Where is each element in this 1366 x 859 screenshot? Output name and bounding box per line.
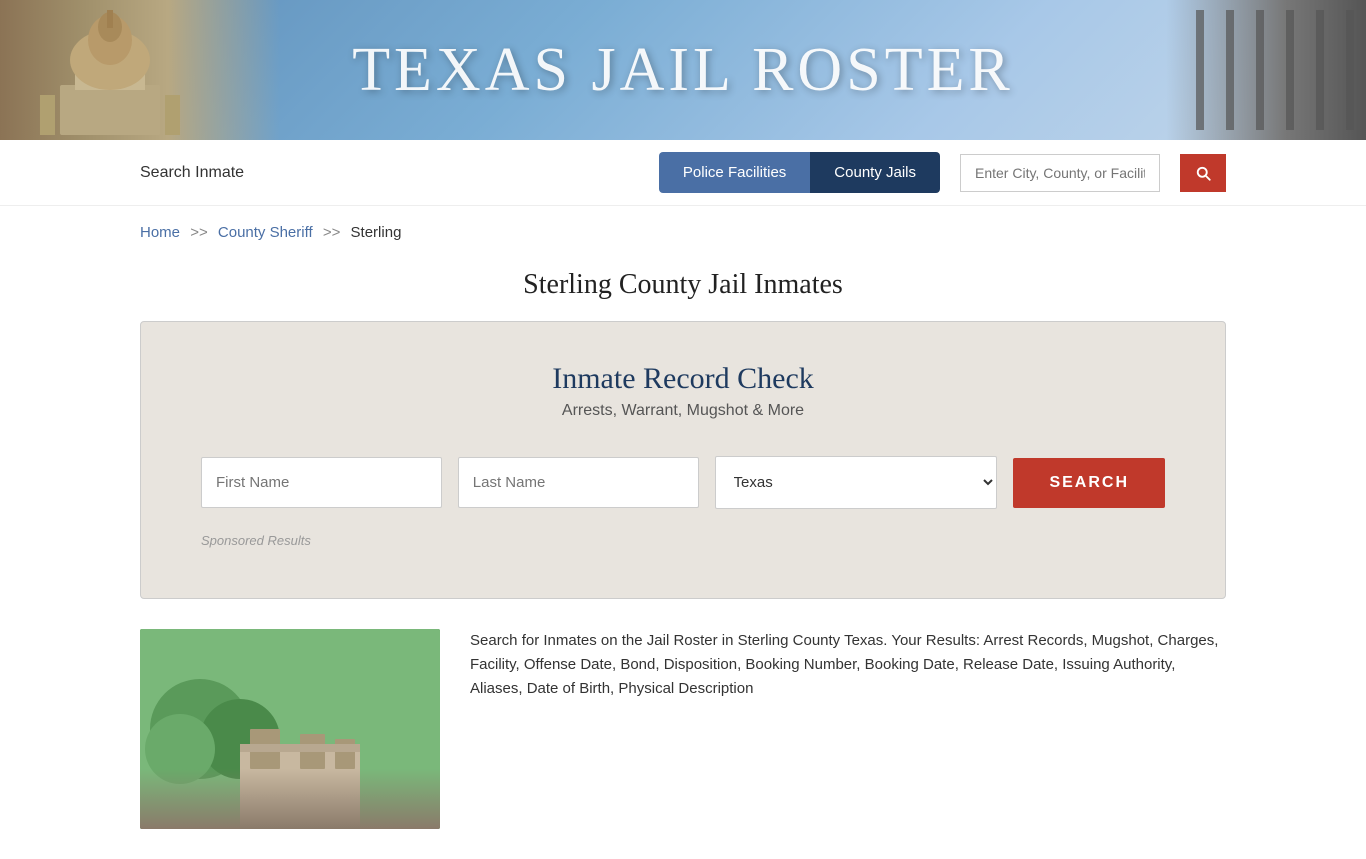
- record-check-box: Inmate Record Check Arrests, Warrant, Mu…: [140, 321, 1226, 599]
- page-title: Sterling County Jail Inmates: [0, 259, 1366, 321]
- first-name-input[interactable]: [201, 457, 442, 508]
- county-jails-button[interactable]: County Jails: [810, 152, 940, 193]
- breadcrumb-sep-2: >>: [323, 224, 341, 241]
- nav-buttons: Police Facilities County Jails: [659, 152, 940, 193]
- facility-image-svg: [140, 629, 440, 829]
- search-icon: [1194, 164, 1212, 182]
- facility-image: [140, 629, 440, 829]
- bottom-section: Search for Inmates on the Jail Roster in…: [0, 599, 1366, 859]
- header-banner: Texas Jail Roster: [0, 0, 1366, 140]
- breadcrumb-home[interactable]: Home: [140, 224, 180, 241]
- state-select[interactable]: AlabamaAlaskaArizonaArkansasCaliforniaCo…: [715, 456, 998, 509]
- breadcrumb-sep-1: >>: [190, 224, 208, 241]
- breadcrumb-county-sheriff[interactable]: County Sheriff: [218, 224, 313, 241]
- last-name-input[interactable]: [458, 457, 699, 508]
- facility-search-button[interactable]: [1180, 154, 1226, 192]
- breadcrumb-current: Sterling: [351, 224, 402, 241]
- search-form-row: AlabamaAlaskaArizonaArkansasCaliforniaCo…: [201, 456, 1165, 509]
- record-check-subtitle: Arrests, Warrant, Mugshot & More: [201, 402, 1165, 420]
- search-button[interactable]: SEARCH: [1013, 458, 1165, 508]
- sponsored-label: Sponsored Results: [201, 533, 1165, 548]
- record-check-title: Inmate Record Check: [201, 362, 1165, 396]
- banner-left-decoration: [0, 0, 280, 140]
- facility-search-input[interactable]: [960, 154, 1160, 192]
- police-facilities-button[interactable]: Police Facilities: [659, 152, 810, 193]
- breadcrumb: Home >> County Sheriff >> Sterling: [0, 206, 1366, 259]
- nav-bar: Search Inmate Police Facilities County J…: [0, 140, 1366, 206]
- bottom-description: Search for Inmates on the Jail Roster in…: [470, 629, 1226, 701]
- capitol-dome-icon: [20, 5, 200, 135]
- search-inmate-label: Search Inmate: [140, 164, 639, 182]
- banner-right-decoration: [1166, 0, 1366, 140]
- jail-keys-icon: [1176, 10, 1356, 130]
- banner-title: Texas Jail Roster: [352, 35, 1014, 106]
